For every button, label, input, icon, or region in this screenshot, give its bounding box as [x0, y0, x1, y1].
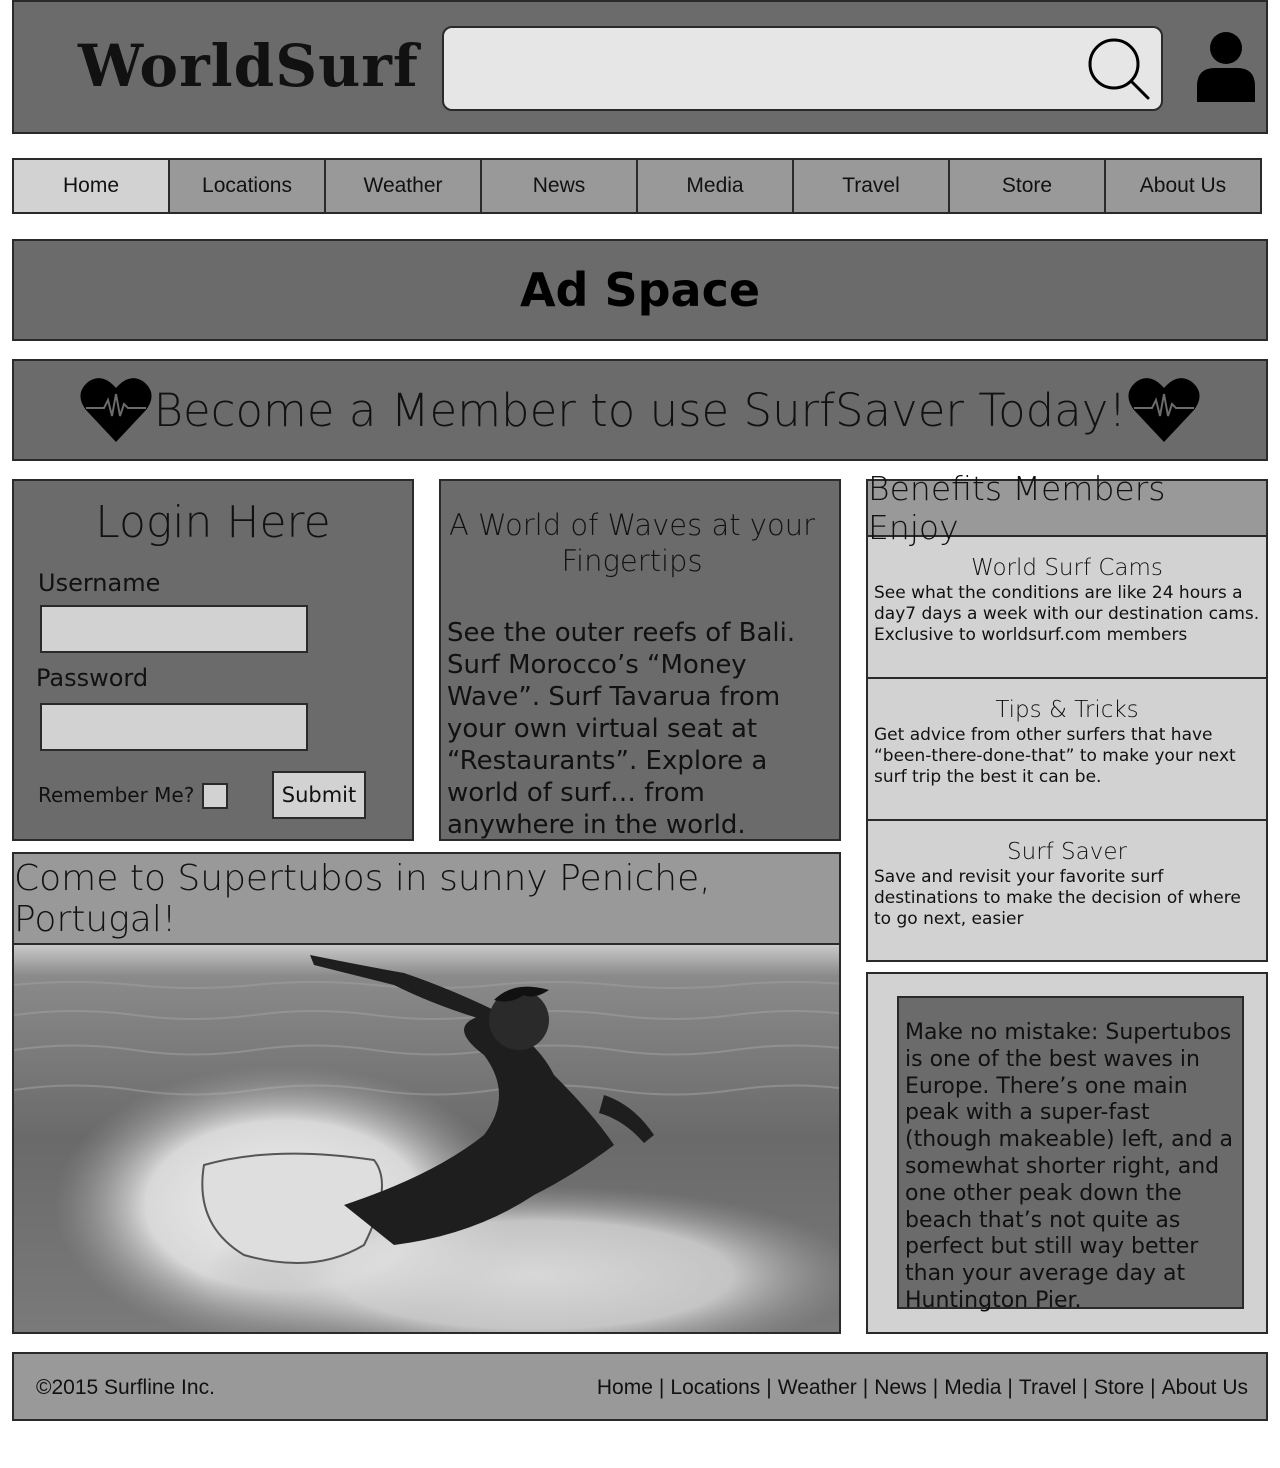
footer-link-store[interactable]: Store — [1094, 1376, 1144, 1400]
login-title: Login Here — [95, 497, 331, 548]
footer-link-home[interactable]: Home — [597, 1376, 653, 1400]
footer-link-weather[interactable]: Weather — [778, 1376, 857, 1400]
ad-space[interactable]: Ad Space — [12, 239, 1268, 341]
footer-separator: | — [658, 1376, 665, 1399]
footer-link-news[interactable]: News — [874, 1376, 927, 1400]
footer-link-travel[interactable]: Travel — [1019, 1376, 1077, 1400]
description-card: Make no mistake: Supertubos is one of th… — [897, 996, 1244, 1313]
nav-item-store[interactable]: Store — [950, 160, 1106, 212]
remember-me-checkbox[interactable] — [202, 783, 228, 809]
submit-button[interactable]: Submit — [272, 771, 366, 819]
nav-item-locations[interactable]: Locations — [170, 160, 326, 212]
benefit-desc: Save and revisit your favorite surf dest… — [874, 867, 1241, 929]
nav-item-home[interactable]: Home — [14, 160, 170, 212]
benefit-title: World Surf Cams — [971, 555, 1163, 581]
password-field[interactable] — [40, 703, 308, 751]
footer-link-locations[interactable]: Locations — [670, 1376, 760, 1400]
description-panel: Make no mistake: Supertubos is one of th… — [866, 972, 1268, 1334]
copyright: ©2015 Surfline Inc. — [36, 1376, 215, 1399]
heart-pulse-icon — [1128, 378, 1200, 442]
footer-separator: | — [1007, 1376, 1013, 1399]
benefit-title: Tips & Tricks — [995, 697, 1139, 723]
site-header: WorldSurf — [12, 0, 1268, 134]
footer-separator: | — [1082, 1376, 1088, 1399]
ad-label: Ad Space — [519, 263, 761, 317]
footer-link-about-us[interactable]: About Us — [1162, 1376, 1248, 1400]
benefit-item[interactable]: Surf Saver Save and revisit your favorit… — [868, 821, 1266, 960]
heart-pulse-icon — [80, 378, 152, 442]
nav-item-news[interactable]: News — [482, 160, 638, 212]
benefits-panel: Benefits Members Enjoy World Surf Cams S… — [866, 469, 1268, 962]
username-label: Username — [38, 569, 161, 597]
main-nav: Home Locations Weather News Media Travel… — [12, 158, 1262, 214]
user-icon[interactable] — [1195, 32, 1257, 102]
nav-item-media[interactable]: Media — [638, 160, 794, 212]
benefits-title: Benefits Members Enjoy — [868, 469, 1266, 547]
nav-item-travel[interactable]: Travel — [794, 160, 950, 212]
site-footer: ©2015 Surfline Inc. Home | Locations | Wea… — [12, 1352, 1268, 1421]
surfer-image — [14, 945, 839, 1332]
footer-separator: | — [862, 1376, 869, 1399]
username-field[interactable] — [40, 605, 308, 653]
banner-text: Become a Member to use SurfSaver Today! — [153, 383, 1127, 437]
waves-body: See the outer reefs of Bali. Surf Morocc… — [447, 618, 796, 840]
footer-link-media[interactable]: Media — [944, 1376, 1001, 1400]
remember-me-label: Remember Me? — [38, 783, 195, 807]
search-icon[interactable] — [1086, 36, 1154, 104]
footer-separator: | — [1150, 1376, 1156, 1399]
footer-separator: | — [766, 1376, 772, 1399]
password-label: Password — [36, 664, 149, 692]
benefit-title: Surf Saver — [1007, 839, 1127, 865]
waves-title: A World of Waves at your Fingertips — [448, 508, 816, 578]
waves-panel: A World of Waves at your Fingertips See … — [439, 479, 841, 841]
login-panel: Login Here Username Password Remember Me… — [12, 479, 414, 841]
feature-title: Come to Supertubos in sunny Peniche, Por… — [14, 857, 711, 940]
nav-item-weather[interactable]: Weather — [326, 160, 482, 212]
benefit-desc: See what the conditions are like 24 hour… — [874, 583, 1260, 645]
member-banner[interactable]: Become a Member to use SurfSaver Today! — [12, 359, 1268, 461]
feature-header: Come to Supertubos in sunny Peniche, Por… — [12, 852, 841, 945]
search-bar[interactable] — [442, 26, 1163, 111]
benefit-item[interactable]: World Surf Cams See what the conditions … — [868, 537, 1266, 679]
footer-nav: Home | Locations | Weather | News | Media | T… — [597, 1376, 1248, 1400]
site-logo[interactable]: WorldSurf — [78, 32, 418, 100]
description-text: Make no mistake: Supertubos is one of th… — [905, 1020, 1234, 1313]
surfer-photo — [12, 945, 841, 1334]
benefit-item[interactable]: Tips & Tricks Get advice from other surf… — [868, 679, 1266, 821]
search-input[interactable] — [454, 36, 1074, 101]
nav-item-about-us[interactable]: About Us — [1106, 160, 1260, 212]
benefit-desc: Get advice from other surfers that have … — [874, 725, 1236, 787]
footer-separator: | — [932, 1376, 939, 1399]
